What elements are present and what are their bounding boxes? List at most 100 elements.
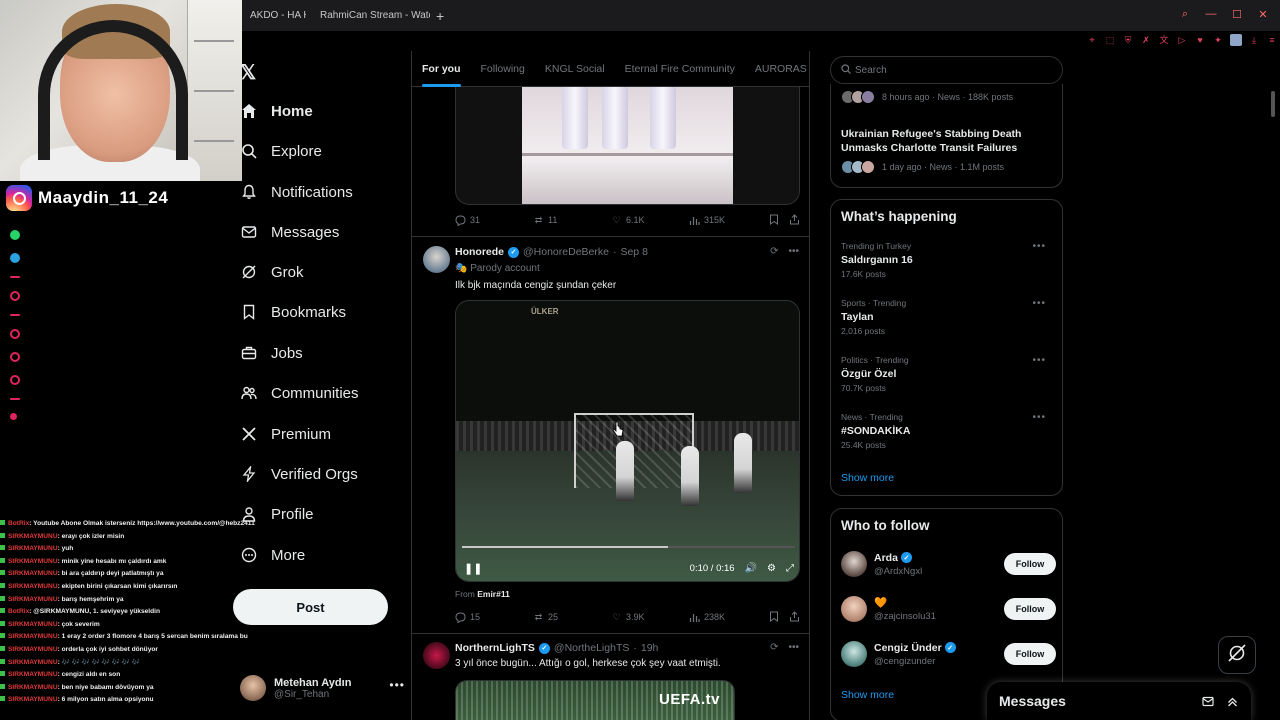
no-translate-icon[interactable]: ✗ [1140, 34, 1152, 46]
search-box[interactable] [830, 56, 1063, 84]
browser-tab[interactable]: RahmiCan Stream - Watch [306, 0, 430, 31]
close-icon[interactable]: ✕ [1256, 8, 1270, 21]
like-button[interactable]: ♡ 3.9K [611, 612, 689, 623]
follow-suggestion[interactable]: Arda ✓ @ArdxNgxl Follow [841, 549, 1056, 579]
pin-icon[interactable]: ⌖ [1086, 34, 1098, 46]
nav-item-notifications[interactable]: Notifications [240, 179, 353, 205]
follow-suggestion[interactable]: 🧡 @zajcinsolu31 Follow [841, 594, 1056, 624]
nav-item-grok[interactable]: Grok [240, 259, 304, 285]
author-handle[interactable]: @NortheLighTS [554, 642, 629, 654]
nav-item-bookmarks[interactable]: Bookmarks [240, 299, 346, 325]
share-icon[interactable] [789, 610, 800, 624]
trend-item[interactable]: Sports · Trending Taylan 2,016 posts ••• [841, 298, 1056, 336]
avatar[interactable] [841, 641, 867, 667]
avatar[interactable] [841, 551, 867, 577]
more-dots-icon[interactable]: ••• [389, 678, 405, 692]
follow-button[interactable]: Follow [1004, 553, 1056, 575]
profile-avatar[interactable] [1230, 34, 1242, 46]
new-message-icon[interactable] [1201, 694, 1215, 708]
browser-tab[interactable]: AKDO - HA HA [242, 0, 306, 31]
messages-drawer[interactable]: Messages [987, 682, 1251, 720]
bookmark-icon[interactable] [769, 214, 779, 227]
tweet[interactable]: Honorede ✓ @HonoreDeBerke · Sep 8 ⟳ ••• … [412, 236, 809, 633]
video-progress-bar[interactable] [462, 546, 795, 548]
bookmark-icon[interactable] [769, 611, 779, 624]
follow-button[interactable]: Follow [1004, 598, 1056, 620]
author-name[interactable]: Honorede [455, 246, 504, 258]
nav-item-verified-orgs[interactable]: Verified Orgs [240, 461, 358, 487]
grok-icon[interactable]: ⟳ [770, 246, 778, 257]
more-dots-icon[interactable]: ••• [788, 246, 799, 257]
tab-following[interactable]: Following [471, 51, 535, 87]
author-handle[interactable]: @HonoreDeBerke [523, 246, 609, 258]
follow-button[interactable]: Follow [1004, 643, 1056, 665]
menu-icon[interactable]: ≡ [1266, 34, 1278, 46]
avatar[interactable] [423, 642, 450, 669]
repost-button[interactable]: ⇄ 11 [533, 215, 611, 226]
account-switcher[interactable]: Metehan Aydın @Sir_Tehan ••• [240, 672, 405, 704]
views-button[interactable]: 315K [689, 215, 769, 226]
news-item[interactable]: Ukrainian Refugee's Stabbing Death Unmas… [841, 127, 1056, 174]
download-icon[interactable]: ⤓ [1248, 34, 1260, 46]
tweet-media-image[interactable] [455, 87, 800, 205]
search-icon[interactable]: ⌕ [1178, 8, 1192, 21]
scrollbar-thumb[interactable] [1271, 91, 1275, 117]
reply-button[interactable]: 15 [455, 611, 533, 623]
nav-item-explore[interactable]: Explore [240, 138, 322, 164]
nav-item-communities[interactable]: Communities [240, 380, 359, 406]
tweet-date[interactable]: 19h [641, 642, 659, 654]
pause-icon[interactable]: ❚❚ [464, 562, 482, 575]
minimize-icon[interactable]: — [1204, 8, 1218, 21]
heart-icon[interactable]: ♥ [1194, 34, 1206, 46]
more-dots-icon[interactable]: ••• [1032, 355, 1046, 366]
from-user[interactable]: Emir#11 [477, 589, 510, 599]
share-icon[interactable] [789, 213, 800, 227]
tab-auroras[interactable]: AURORAS [745, 51, 809, 87]
show-more-link[interactable]: Show more [841, 689, 894, 701]
screenshot-icon[interactable]: ⬚ [1104, 34, 1116, 46]
more-dots-icon[interactable]: ••• [788, 642, 799, 653]
play-icon[interactable]: ▷ [1176, 34, 1188, 46]
reply-button[interactable]: 31 [455, 214, 533, 226]
video-player[interactable]: ÜLKER ❚❚ 0:10 / 0:16 🔊 ⚙ ⤢ [455, 300, 800, 582]
nav-item-jobs[interactable]: Jobs [240, 340, 303, 366]
page-scrollbar[interactable] [1268, 51, 1280, 720]
nav-item-premium[interactable]: Premium [240, 421, 331, 447]
more-dots-icon[interactable]: ••• [1032, 412, 1046, 423]
nav-item-home[interactable]: Home [240, 98, 313, 124]
views-button[interactable]: 238K [689, 612, 769, 623]
plus-icon[interactable]: + [430, 8, 450, 24]
show-more-link[interactable]: Show more [841, 472, 894, 484]
maximize-icon[interactable]: ☐ [1230, 8, 1244, 21]
tweet-date[interactable]: Sep 8 [620, 246, 647, 258]
nav-item-more[interactable]: More [240, 542, 305, 568]
more-dots-icon[interactable]: ••• [1032, 298, 1046, 309]
x-logo-icon[interactable]: 𝕏 [240, 60, 256, 85]
volume-icon[interactable]: 🔊 [745, 563, 757, 574]
trend-item[interactable]: News · Trending #SONDAKİKA 25.4K posts •… [841, 412, 1056, 450]
follow-suggestion[interactable]: Cengiz Ünder ✓ @cengizunder Follow [841, 639, 1056, 669]
tab-eternal-fire-community[interactable]: Eternal Fire Community [615, 51, 745, 87]
trend-item[interactable]: Trending in Turkey Saldırganın 16 17.6K … [841, 241, 1056, 279]
author-name[interactable]: NorthernLighTS [455, 642, 535, 654]
grok-button[interactable] [1218, 636, 1256, 674]
tweet-media-video[interactable]: UEFA.tv [455, 680, 735, 720]
avatar[interactable] [841, 596, 867, 622]
grok-icon[interactable]: ⟳ [770, 642, 778, 653]
like-button[interactable]: ♡ 6.1K [611, 215, 689, 226]
repost-button[interactable]: ⇄ 25 [533, 612, 611, 623]
more-dots-icon[interactable]: ••• [1032, 241, 1046, 252]
trend-item[interactable]: Politics · Trending Özgür Özel 70.7K pos… [841, 355, 1056, 393]
extensions-icon[interactable]: ✦ [1212, 34, 1224, 46]
nav-item-messages[interactable]: Messages [240, 219, 339, 245]
search-input[interactable] [855, 64, 1045, 76]
post-button[interactable]: Post [233, 589, 388, 625]
chevron-up-icon[interactable] [1225, 694, 1239, 708]
tweet[interactable]: NorthernLighTS ✓ @NortheLighTS · 19h ⟳ •… [412, 633, 809, 720]
translate-icon[interactable]: 文 [1158, 34, 1170, 46]
nav-item-profile[interactable]: Profile [240, 501, 314, 527]
tab-for-you[interactable]: For you [412, 51, 471, 87]
tab-kngl-social[interactable]: KNGL Social [535, 51, 615, 87]
avatar[interactable] [423, 246, 450, 273]
gear-icon[interactable]: ⚙ [767, 563, 776, 574]
